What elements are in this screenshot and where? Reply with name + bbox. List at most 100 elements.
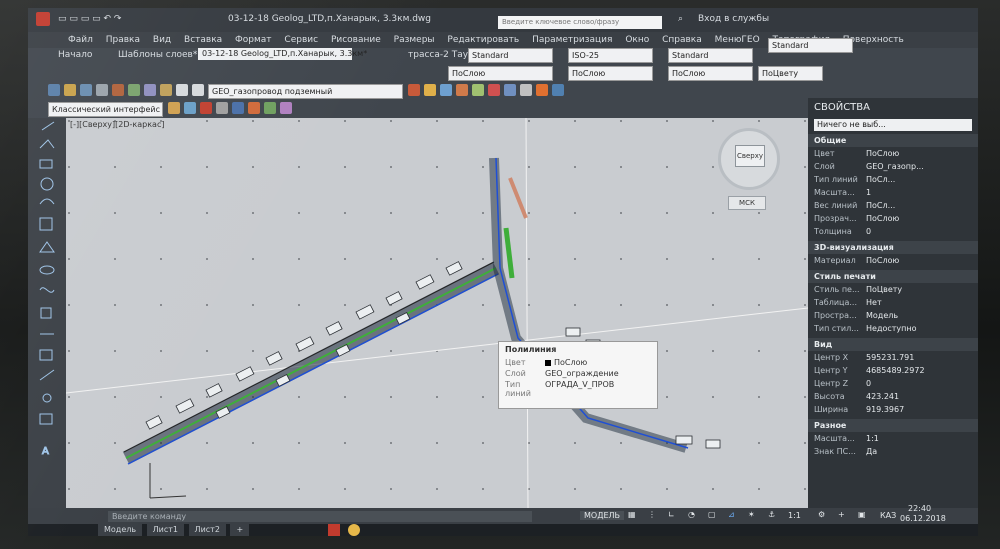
- taskbar-autocad-icon[interactable]: [328, 524, 340, 536]
- undo-icon[interactable]: [176, 84, 188, 96]
- doc-tab-active[interactable]: 03-12-18 Geolog_LTD,п.Ханарык, 3.3км*: [198, 48, 367, 60]
- layer-state-icon[interactable]: [424, 84, 436, 96]
- osnap-icon[interactable]: ▢: [708, 510, 716, 519]
- polar-icon[interactable]: ◔: [688, 510, 695, 519]
- signin-label[interactable]: Вход в службы: [698, 14, 769, 24]
- fullscreen-icon[interactable]: ▣: [858, 510, 866, 519]
- prop-row[interactable]: Масшта... 1: [808, 186, 978, 199]
- save-icon[interactable]: [80, 84, 92, 96]
- new-icon[interactable]: [48, 84, 60, 96]
- dim-style-dropdown[interactable]: ISO-25: [568, 48, 653, 63]
- prop-row[interactable]: Центр Y 4685489.2972: [808, 364, 978, 377]
- menu-view[interactable]: Вид: [153, 32, 171, 48]
- menu-tools[interactable]: Сервис: [284, 32, 318, 48]
- language-indicator[interactable]: КАЗ: [880, 511, 896, 520]
- menu-format[interactable]: Формат: [235, 32, 272, 48]
- workspace-gear-icon[interactable]: ⚙: [818, 510, 825, 519]
- add-tab-icon[interactable]: +: [230, 524, 250, 536]
- paste-icon[interactable]: [144, 84, 156, 96]
- linetype-dropdown[interactable]: ПоСлою: [568, 66, 653, 81]
- text-style-dropdown[interactable]: Standard: [468, 48, 553, 63]
- prop-row[interactable]: Знак ПС... Да: [808, 445, 978, 458]
- snap-icon[interactable]: ⋮: [648, 510, 656, 519]
- ortho-icon[interactable]: ∟: [668, 510, 675, 519]
- search-input[interactable]: Введите ключевое слово/фразу: [498, 16, 662, 29]
- quick-access-toolbar[interactable]: ▭ ▭ ▭ ▭ ↶ ↷: [58, 14, 121, 24]
- viewcube[interactable]: Сверху: [718, 128, 780, 190]
- layer-off-icon[interactable]: [488, 84, 500, 96]
- search-icon[interactable]: ⌕: [678, 14, 683, 24]
- section-view[interactable]: Вид: [808, 338, 978, 351]
- prop-row[interactable]: Стиль пе... ПоЦвету: [808, 283, 978, 296]
- prop-row[interactable]: Ширина 919.3967: [808, 403, 978, 416]
- prop-row[interactable]: Центр Z0: [808, 377, 978, 390]
- attribute-icon[interactable]: [280, 102, 292, 114]
- grid-icon[interactable]: ▦: [628, 510, 636, 519]
- prop-row[interactable]: Масшта... 1:1: [808, 432, 978, 445]
- taskbar-chrome-icon[interactable]: [348, 524, 360, 536]
- table-icon[interactable]: [216, 102, 228, 114]
- menu-file[interactable]: Файл: [68, 32, 93, 48]
- layer-dropdown[interactable]: GEO_газопровод подземный: [208, 84, 403, 99]
- model-space-button[interactable]: МОДЕЛЬ: [580, 511, 625, 520]
- annotation-scale[interactable]: 1:1: [788, 511, 801, 520]
- text-icon[interactable]: [232, 102, 244, 114]
- menu-insert[interactable]: Вставка: [184, 32, 222, 48]
- layer-walk-icon[interactable]: [520, 84, 532, 96]
- layer-freeze-icon[interactable]: [472, 84, 484, 96]
- prop-row[interactable]: Вес линий ПоСл...: [808, 199, 978, 212]
- menu-parametric[interactable]: Параметризация: [532, 32, 612, 48]
- prop-row[interactable]: Тип линий ПоСл...: [808, 173, 978, 186]
- mleader-style-dropdown[interactable]: Standard: [768, 38, 853, 53]
- hatch-icon[interactable]: [184, 102, 196, 114]
- prop-row[interactable]: Тип стил... Недоступно: [808, 322, 978, 335]
- drawing-svg[interactable]: [65, 117, 809, 509]
- section-3d[interactable]: 3D-визуализация: [808, 241, 978, 254]
- matchprop-icon[interactable]: [160, 84, 172, 96]
- section-general[interactable]: Общие: [808, 134, 978, 147]
- drawing-canvas[interactable]: [65, 117, 809, 509]
- prop-row[interactable]: Прозрач... ПоСлою: [808, 212, 978, 225]
- block-icon[interactable]: [200, 102, 212, 114]
- tab-model[interactable]: Модель: [98, 524, 143, 536]
- tab-sheet1[interactable]: Лист1: [146, 524, 184, 536]
- prop-row[interactable]: Слой GEO_газопр...: [808, 160, 978, 173]
- annotation-visibility-icon[interactable]: ⚓: [768, 510, 775, 519]
- prop-row[interactable]: Центр X 595231.791: [808, 351, 978, 364]
- menu-window[interactable]: Окно: [625, 32, 649, 48]
- layer-properties-icon[interactable]: [408, 84, 420, 96]
- print-icon[interactable]: [96, 84, 108, 96]
- plus-icon[interactable]: +: [838, 510, 845, 519]
- prop-row[interactable]: Простра... Модель: [808, 309, 978, 322]
- menu-dimension[interactable]: Размеры: [394, 32, 435, 48]
- leader-icon[interactable]: [264, 102, 276, 114]
- selection-dropdown[interactable]: Ничего не выб...: [814, 119, 972, 131]
- layer-delete-icon[interactable]: [552, 84, 564, 96]
- color-dropdown[interactable]: ПоСлою: [448, 66, 553, 81]
- prop-row[interactable]: Толщина 0: [808, 225, 978, 238]
- draw-tool-icons[interactable]: A: [28, 118, 66, 508]
- plotstyle-dropdown[interactable]: ПоЦвету: [758, 66, 823, 81]
- section-plotstyle[interactable]: Стиль печати: [808, 270, 978, 283]
- cut-icon[interactable]: [112, 84, 124, 96]
- lineweight-icon[interactable]: ⊿: [728, 510, 735, 519]
- tab-sheet2[interactable]: Лист2: [188, 524, 226, 536]
- table-style-dropdown[interactable]: Standard: [668, 48, 753, 63]
- prop-row[interactable]: Материал ПоСлою: [808, 254, 978, 267]
- menu-modify[interactable]: Редактировать: [447, 32, 519, 48]
- prop-row[interactable]: Высота 423.241: [808, 390, 978, 403]
- workspace-dropdown[interactable]: Классический интерфейс: [48, 102, 163, 117]
- menu-draw[interactable]: Рисование: [331, 32, 381, 48]
- layer-lock-icon[interactable]: [504, 84, 516, 96]
- menu-edit[interactable]: Правка: [106, 32, 140, 48]
- section-misc[interactable]: Разное: [808, 419, 978, 432]
- draw-order-icon[interactable]: [168, 102, 180, 114]
- layer-previous-icon[interactable]: [440, 84, 452, 96]
- viewport-label[interactable]: [-][Сверху][2D-каркас]: [70, 120, 164, 129]
- doc-tab-layers[interactable]: Шаблоны слоев*: [118, 50, 197, 60]
- ucs-dropdown[interactable]: МСК: [728, 196, 766, 210]
- selection-cycling-icon[interactable]: ✶: [748, 510, 755, 519]
- layer-isolate-icon[interactable]: [456, 84, 468, 96]
- app-logo-icon[interactable]: [36, 12, 50, 26]
- command-line-input[interactable]: Введите команду: [108, 511, 532, 522]
